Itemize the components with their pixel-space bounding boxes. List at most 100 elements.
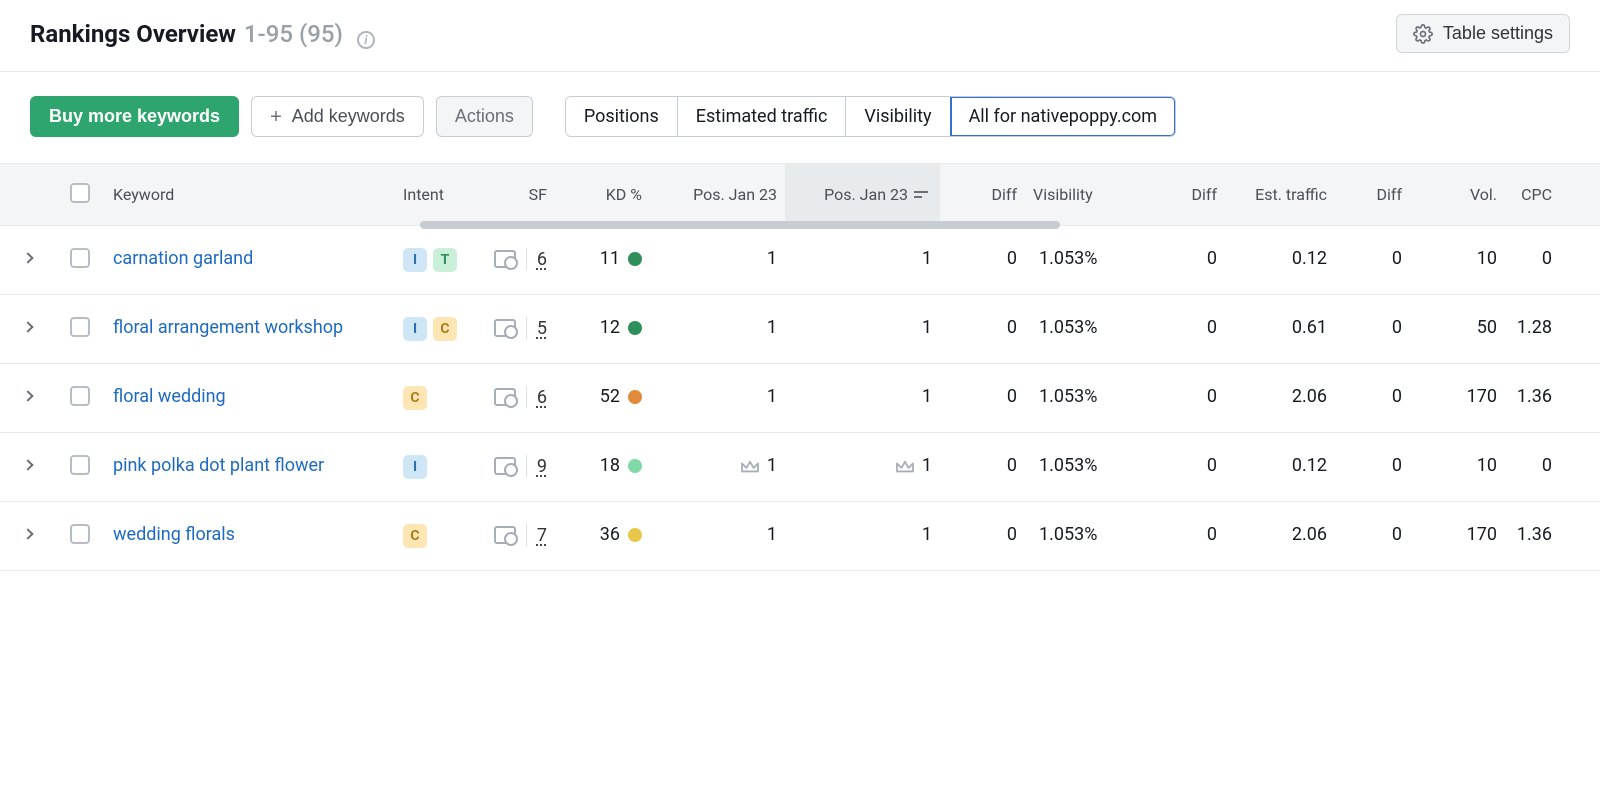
table-row: floral weddingC6521101.053%02.0601701.36 — [0, 364, 1600, 433]
col-vol[interactable]: Vol. — [1410, 185, 1505, 204]
row-checkbox[interactable] — [70, 455, 90, 475]
actions-button[interactable]: Actions — [436, 96, 533, 137]
col-diff3[interactable]: Diff — [1335, 185, 1410, 204]
row-checkbox[interactable] — [70, 386, 90, 406]
sf-count[interactable]: 7 — [537, 525, 547, 546]
keyword-link[interactable]: carnation garland — [113, 248, 253, 269]
intent-chip-i[interactable]: I — [403, 455, 427, 479]
pos1-value: 1 — [767, 317, 777, 338]
checkbox-all[interactable] — [70, 183, 90, 203]
horizontal-scroll-indicator[interactable] — [420, 221, 1060, 229]
actions-label: Actions — [455, 106, 514, 127]
col-kd[interactable]: KD % — [555, 185, 650, 204]
pos2-cell: 1 — [785, 317, 940, 338]
sf-cell: 7 — [475, 524, 555, 546]
info-icon[interactable]: i — [357, 31, 375, 49]
visibility-cell: 1.053% — [1025, 524, 1150, 545]
pos1-value: 1 — [767, 524, 777, 545]
tab-positions[interactable]: Positions — [566, 97, 678, 136]
add-keywords-button[interactable]: + Add keywords — [251, 96, 424, 137]
intent-chip-t[interactable]: T — [433, 248, 457, 272]
diff3-cell: 0 — [1335, 455, 1410, 476]
view-tabs: PositionsEstimated trafficVisibilityAll … — [565, 96, 1176, 137]
sf-count[interactable]: 5 — [537, 318, 547, 339]
keyword-cell: floral arrangement workshop — [105, 317, 395, 338]
expand-toggle[interactable] — [0, 386, 55, 400]
serp-features-icon[interactable] — [494, 319, 516, 337]
diff1-cell: 0 — [940, 386, 1025, 407]
col-pos1[interactable]: Pos. Jan 23 — [650, 185, 785, 204]
expand-toggle[interactable] — [0, 248, 55, 262]
header-left: Rankings Overview 1-95 (95) i — [30, 20, 375, 48]
row-checkbox-cell[interactable] — [55, 524, 105, 544]
pos2-cell: 1 — [785, 524, 940, 545]
serp-features-icon[interactable] — [494, 526, 516, 544]
kd-dot-icon — [628, 459, 642, 473]
diff2-cell: 0 — [1150, 248, 1225, 269]
expand-toggle[interactable] — [0, 317, 55, 331]
row-checkbox-cell[interactable] — [55, 248, 105, 268]
keyword-link[interactable]: floral wedding — [113, 386, 226, 407]
expand-toggle[interactable] — [0, 455, 55, 469]
col-sf[interactable]: SF — [475, 185, 555, 204]
sf-count[interactable]: 6 — [537, 387, 547, 408]
col-visibility[interactable]: Visibility — [1025, 185, 1150, 204]
vol-cell: 10 — [1410, 248, 1505, 269]
serp-features-icon[interactable] — [494, 457, 516, 475]
table-settings-label: Table settings — [1443, 23, 1553, 44]
intent-chip-c[interactable]: C — [403, 524, 427, 548]
add-keywords-label: Add keywords — [292, 106, 405, 127]
col-pos2-label: Pos. Jan 23 — [824, 185, 908, 204]
cpc-cell: 1.36 — [1505, 524, 1560, 545]
intent-chip-i[interactable]: I — [403, 248, 427, 272]
diff1-cell: 0 — [940, 524, 1025, 545]
gear-icon — [1413, 24, 1433, 44]
intent-chip-i[interactable]: I — [403, 317, 427, 341]
sf-count[interactable]: 6 — [537, 249, 547, 270]
divider — [526, 386, 527, 408]
col-diff1[interactable]: Diff — [940, 185, 1025, 204]
pos2-value: 1 — [922, 248, 932, 269]
keyword-link[interactable]: wedding florals — [113, 524, 235, 545]
tab-visibility[interactable]: Visibility — [846, 97, 950, 136]
row-checkbox-cell[interactable] — [55, 455, 105, 475]
row-checkbox[interactable] — [70, 248, 90, 268]
intent-chip-c[interactable]: C — [433, 317, 457, 341]
col-pos2[interactable]: Pos. Jan 23 — [785, 164, 940, 225]
sf-cell: 6 — [475, 248, 555, 270]
est-traffic-cell: 0.12 — [1225, 248, 1335, 269]
row-checkbox[interactable] — [70, 524, 90, 544]
tab-all-for-nativepoppy-com[interactable]: All for nativepoppy.com — [950, 96, 1176, 137]
kd-dot-icon — [628, 528, 642, 542]
col-keyword[interactable]: Keyword — [105, 185, 395, 204]
intent-chip-c[interactable]: C — [403, 386, 427, 410]
sf-cell: 9 — [475, 455, 555, 477]
sf-count[interactable]: 9 — [537, 456, 547, 477]
row-checkbox-cell[interactable] — [55, 317, 105, 337]
keyword-link[interactable]: floral arrangement workshop — [113, 317, 343, 338]
table-settings-button[interactable]: Table settings — [1396, 14, 1570, 53]
row-checkbox[interactable] — [70, 317, 90, 337]
col-diff2[interactable]: Diff — [1150, 185, 1225, 204]
expand-toggle[interactable] — [0, 524, 55, 538]
col-checkbox[interactable] — [55, 183, 105, 207]
keyword-link[interactable]: pink polka dot plant flower — [113, 455, 324, 476]
sf-cell: 6 — [475, 386, 555, 408]
divider — [526, 248, 527, 270]
kd-cell: 12 — [555, 317, 650, 338]
keyword-cell: carnation garland — [105, 248, 395, 269]
est-traffic-cell: 2.06 — [1225, 386, 1335, 407]
keyword-cell: pink polka dot plant flower — [105, 455, 395, 476]
col-cpc[interactable]: CPC — [1505, 185, 1560, 204]
serp-features-icon[interactable] — [494, 388, 516, 406]
row-checkbox-cell[interactable] — [55, 386, 105, 406]
divider — [526, 524, 527, 546]
buy-keywords-button[interactable]: Buy more keywords — [30, 96, 239, 137]
col-intent[interactable]: Intent — [395, 185, 475, 204]
col-est-traffic[interactable]: Est. traffic — [1225, 185, 1335, 204]
diff3-cell: 0 — [1335, 317, 1410, 338]
tab-estimated-traffic[interactable]: Estimated traffic — [678, 97, 847, 136]
serp-features-icon[interactable] — [494, 250, 516, 268]
plus-icon: + — [270, 107, 282, 127]
est-traffic-cell: 0.12 — [1225, 455, 1335, 476]
